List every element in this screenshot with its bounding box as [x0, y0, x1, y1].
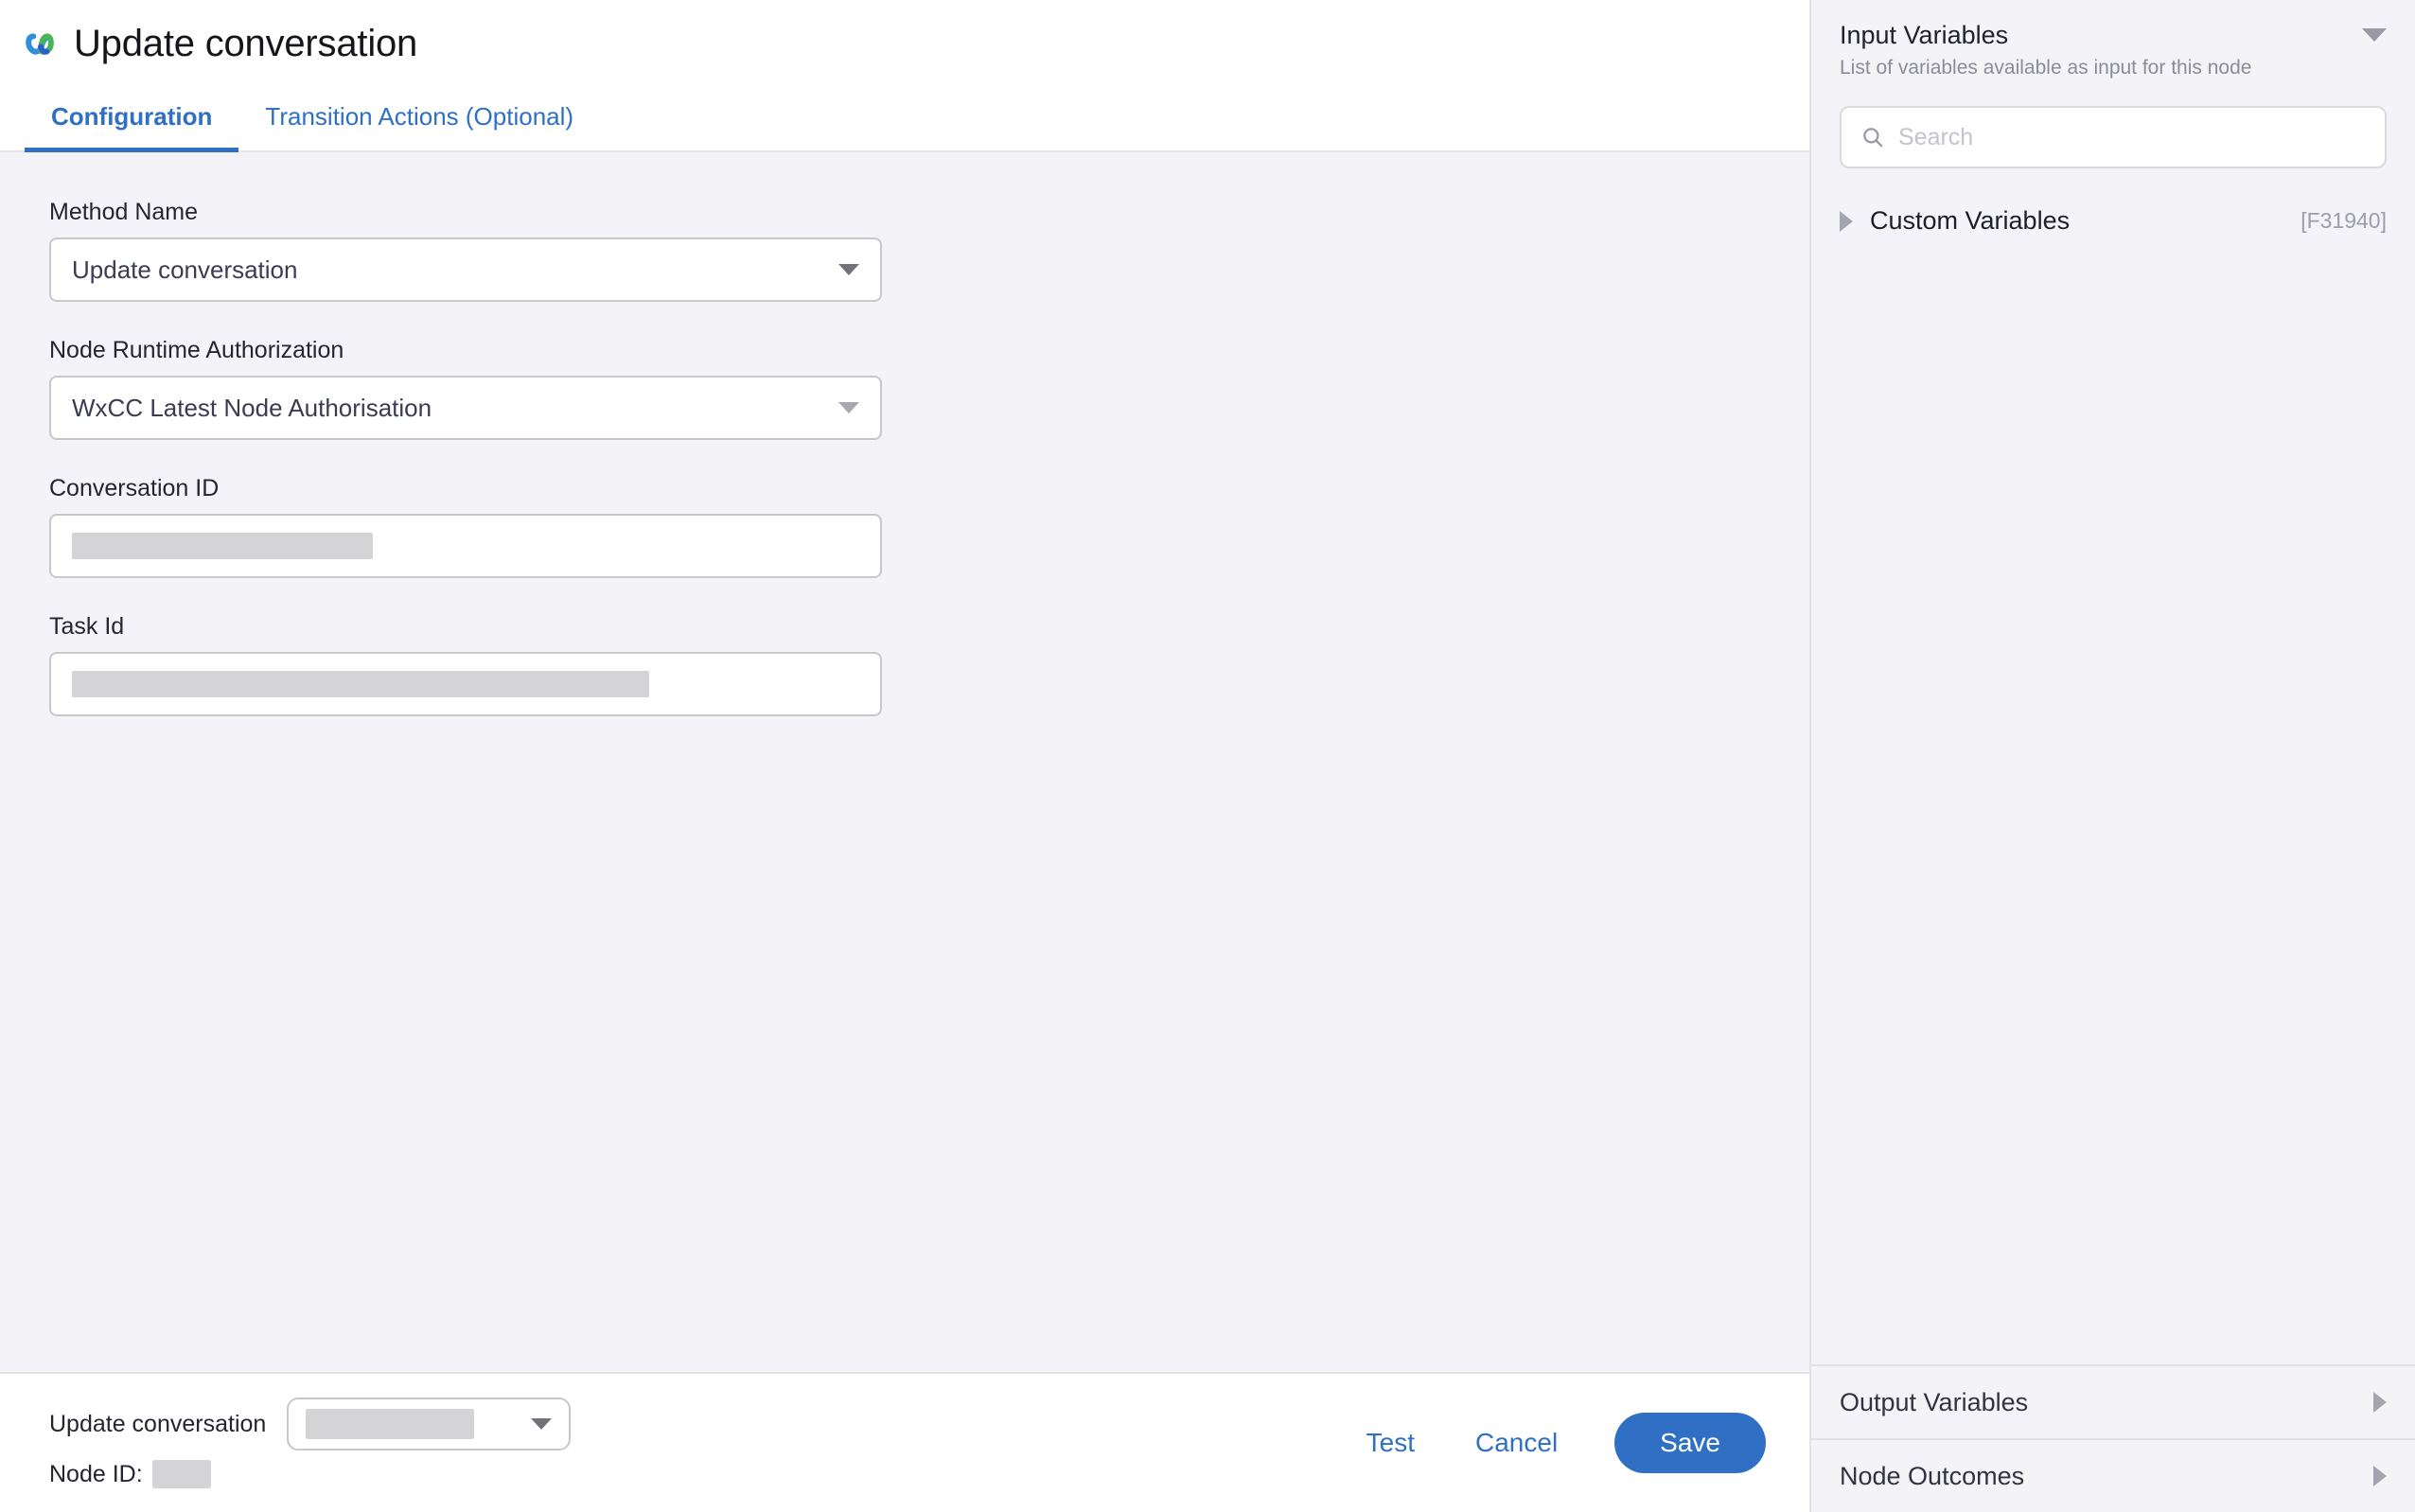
footer-node-select[interactable]	[287, 1398, 572, 1450]
footer-node-label: Update conversation	[49, 1410, 267, 1437]
input-variables-section: Input Variables List of variables availa…	[1811, 0, 2415, 1364]
page-header: Update conversation	[0, 0, 1809, 89]
node-id-label: Node ID:	[49, 1460, 143, 1487]
method-name-label: Method Name	[49, 199, 199, 225]
chevron-right-icon	[2373, 1392, 2387, 1413]
footer-node-row: Update conversation	[49, 1398, 572, 1450]
search-input[interactable]: Search	[1840, 106, 2387, 169]
chevron-down-icon	[531, 1418, 553, 1430]
title-row: Update conversation	[25, 25, 1809, 89]
footer-actions: Test Cancel Save	[1363, 1413, 1766, 1473]
tab-configuration[interactable]: Configuration	[25, 89, 239, 152]
method-name-value: Update conversation	[72, 255, 298, 284]
node-runtime-authorization-select[interactable]: WxCC Latest Node Authorisation	[49, 376, 882, 440]
footer-node-info: Update conversation Node ID:	[49, 1398, 572, 1488]
redacted-value	[306, 1409, 475, 1439]
webex-logo-icon	[26, 33, 54, 55]
right-sidebar: Input Variables List of variables availa…	[1811, 0, 2415, 1512]
field-task-id: Task Id	[49, 612, 1809, 716]
output-variables-label: Output Variables	[1840, 1387, 2029, 1416]
input-variables-heading-text: Input Variables List of variables availa…	[1840, 21, 2251, 79]
tab-bar: Configuration Transition Actions (Option…	[0, 89, 1809, 152]
task-id-label: Task Id	[49, 613, 125, 640]
node-outcomes-label: Node Outcomes	[1840, 1461, 2025, 1490]
task-id-input[interactable]	[49, 652, 882, 716]
input-variables-title: Input Variables	[1840, 21, 2009, 49]
configuration-form: Method Name Update conversation Node Run…	[0, 152, 1809, 1372]
variable-group-label: Custom Variables	[1870, 206, 2071, 236]
field-conversation-id: Conversation ID	[49, 474, 1809, 578]
variable-group-custom-variables[interactable]: Custom Variables [F31940]	[1840, 202, 2387, 239]
variable-group-badge: [F31940]	[2300, 208, 2387, 234]
chevron-down-icon	[838, 402, 859, 413]
search-placeholder: Search	[1898, 123, 1974, 150]
node-runtime-authorization-value: WxCC Latest Node Authorisation	[72, 394, 432, 422]
footer-node-id-row: Node ID:	[49, 1460, 571, 1488]
tab-transition-actions[interactable]: Transition Actions (Optional)	[238, 89, 600, 150]
node-runtime-authorization-label: Node Runtime Authorization	[49, 337, 344, 363]
node-id-value-redacted	[151, 1460, 211, 1488]
redacted-value	[72, 533, 373, 559]
input-variables-subtitle: List of variables available as input for…	[1840, 57, 2252, 79]
chevron-down-icon	[838, 264, 859, 275]
method-name-select[interactable]: Update conversation	[49, 237, 882, 302]
conversation-id-input[interactable]	[49, 514, 882, 578]
conversation-id-label: Conversation ID	[49, 475, 220, 501]
input-variables-header: Input Variables List of variables availa…	[1840, 21, 2387, 79]
redacted-value	[72, 671, 649, 697]
page-title: Update conversation	[74, 23, 418, 64]
field-node-runtime-authorization: Node Runtime Authorization WxCC Latest N…	[49, 336, 1809, 440]
footer-bar: Update conversation Node ID: Test Cancel…	[0, 1372, 1809, 1512]
chevron-right-icon	[2373, 1466, 2387, 1486]
chevron-down-icon[interactable]	[2362, 28, 2387, 42]
field-method-name: Method Name Update conversation	[49, 198, 1809, 302]
node-editor-window: Update conversation Configuration Transi…	[0, 0, 2415, 1512]
test-button[interactable]: Test	[1363, 1422, 1419, 1464]
section-node-outcomes[interactable]: Node Outcomes	[1811, 1438, 2415, 1512]
section-output-variables[interactable]: Output Variables	[1811, 1364, 2415, 1438]
chevron-right-icon	[1840, 210, 1853, 232]
cancel-button[interactable]: Cancel	[1472, 1422, 1561, 1464]
save-button[interactable]: Save	[1614, 1413, 1766, 1473]
main-pane: Update conversation Configuration Transi…	[0, 0, 1811, 1512]
search-icon	[1863, 128, 1883, 148]
